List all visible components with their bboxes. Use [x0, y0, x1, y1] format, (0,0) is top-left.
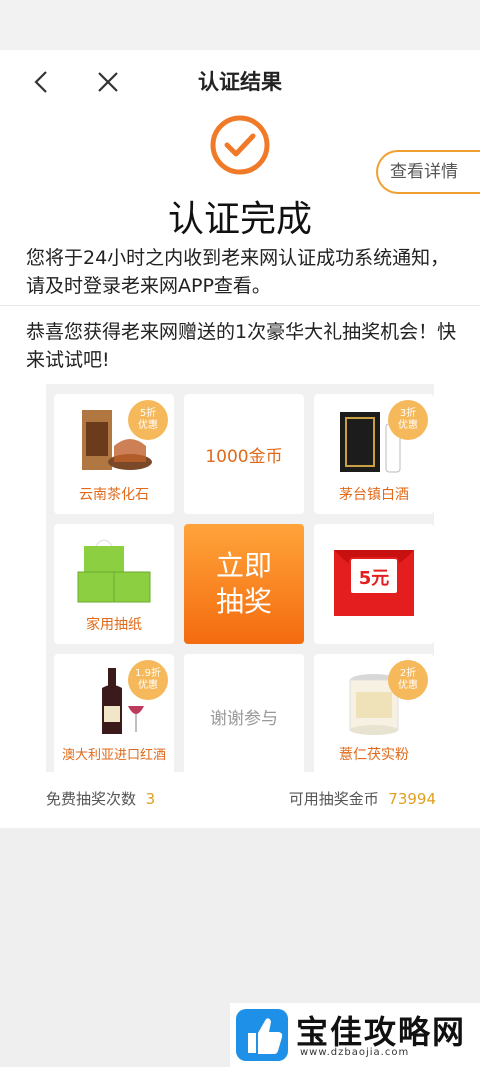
prize-powder[interactable]: 2折 优惠 薏仁茯实粉 [314, 654, 434, 774]
free-draws: 免费抽奖次数 3 [46, 790, 156, 808]
available-coins: 可用抽奖金币 73994 [288, 790, 436, 808]
prize-label: 家用抽纸 [86, 617, 142, 633]
prize-label: 云南茶化石 [79, 487, 149, 503]
prize-tea[interactable]: 5折 优惠 云南茶化石 [54, 394, 174, 514]
prize-baijiu[interactable]: 3折 优惠 茅台镇白酒 [314, 394, 434, 514]
red-envelope-icon: 5元 [334, 550, 414, 616]
prize-label: 1000金币 [205, 447, 283, 467]
result-title: 认证完成 [167, 199, 312, 240]
draw-button[interactable]: 立即 抽奖 [184, 524, 304, 644]
view-details-button[interactable]: 查看详情 [376, 150, 480, 194]
prize-label: 谢谢参与 [210, 709, 278, 729]
check-circle-icon [210, 115, 270, 175]
discount-badge: 1.9折 优惠 [128, 660, 168, 700]
divider [0, 305, 480, 306]
discount-badge: 2折 优惠 [388, 660, 428, 700]
lottery-intro: 恭喜您获得老来网赠送的1次豪华大礼抽奖机会！快来试试吧! [26, 321, 457, 371]
result-notice: 您将于24小时之内收到老来网认证成功系统通知，请及时登录老来网APP查看。 [26, 247, 450, 297]
prize-label: 薏仁茯实粉 [339, 747, 409, 763]
prize-red-packet[interactable]: 5元 [314, 524, 434, 644]
prize-tissue[interactable]: 家用抽纸 [54, 524, 174, 644]
prize-label: 茅台镇白酒 [339, 487, 409, 503]
tissue-pack-image [77, 539, 151, 603]
prize-coins[interactable]: 1000金币 [184, 394, 304, 514]
prize-red-wine[interactable]: 1.9折 优惠 澳大利亚进口红酒 [54, 654, 174, 774]
watermark: 宝佳攻略网 www.dzbaojia.com [230, 1003, 480, 1067]
prize-thanks[interactable]: 谢谢参与 [184, 654, 304, 774]
status-bar-area [0, 0, 480, 50]
lottery-stats: 免费抽奖次数 3 可用抽奖金币 73994 [46, 788, 436, 812]
nav-bar: 认证结果 [0, 50, 480, 114]
watermark-url: www.dzbaojia.com [300, 1047, 410, 1058]
discount-badge: 5折 优惠 [128, 400, 168, 440]
prize-label: 澳大利亚进口红酒 [61, 748, 166, 763]
discount-badge: 3折 优惠 [388, 400, 428, 440]
thumbs-up-logo-icon [236, 1009, 288, 1061]
page-title: 认证结果 [198, 70, 282, 94]
lottery-grid: 5折 优惠 云南茶化石 1000金币 3折 优惠 茅台镇白酒 家用抽纸 立即 抽… [46, 384, 434, 774]
prize-label: 5元 [359, 568, 390, 589]
